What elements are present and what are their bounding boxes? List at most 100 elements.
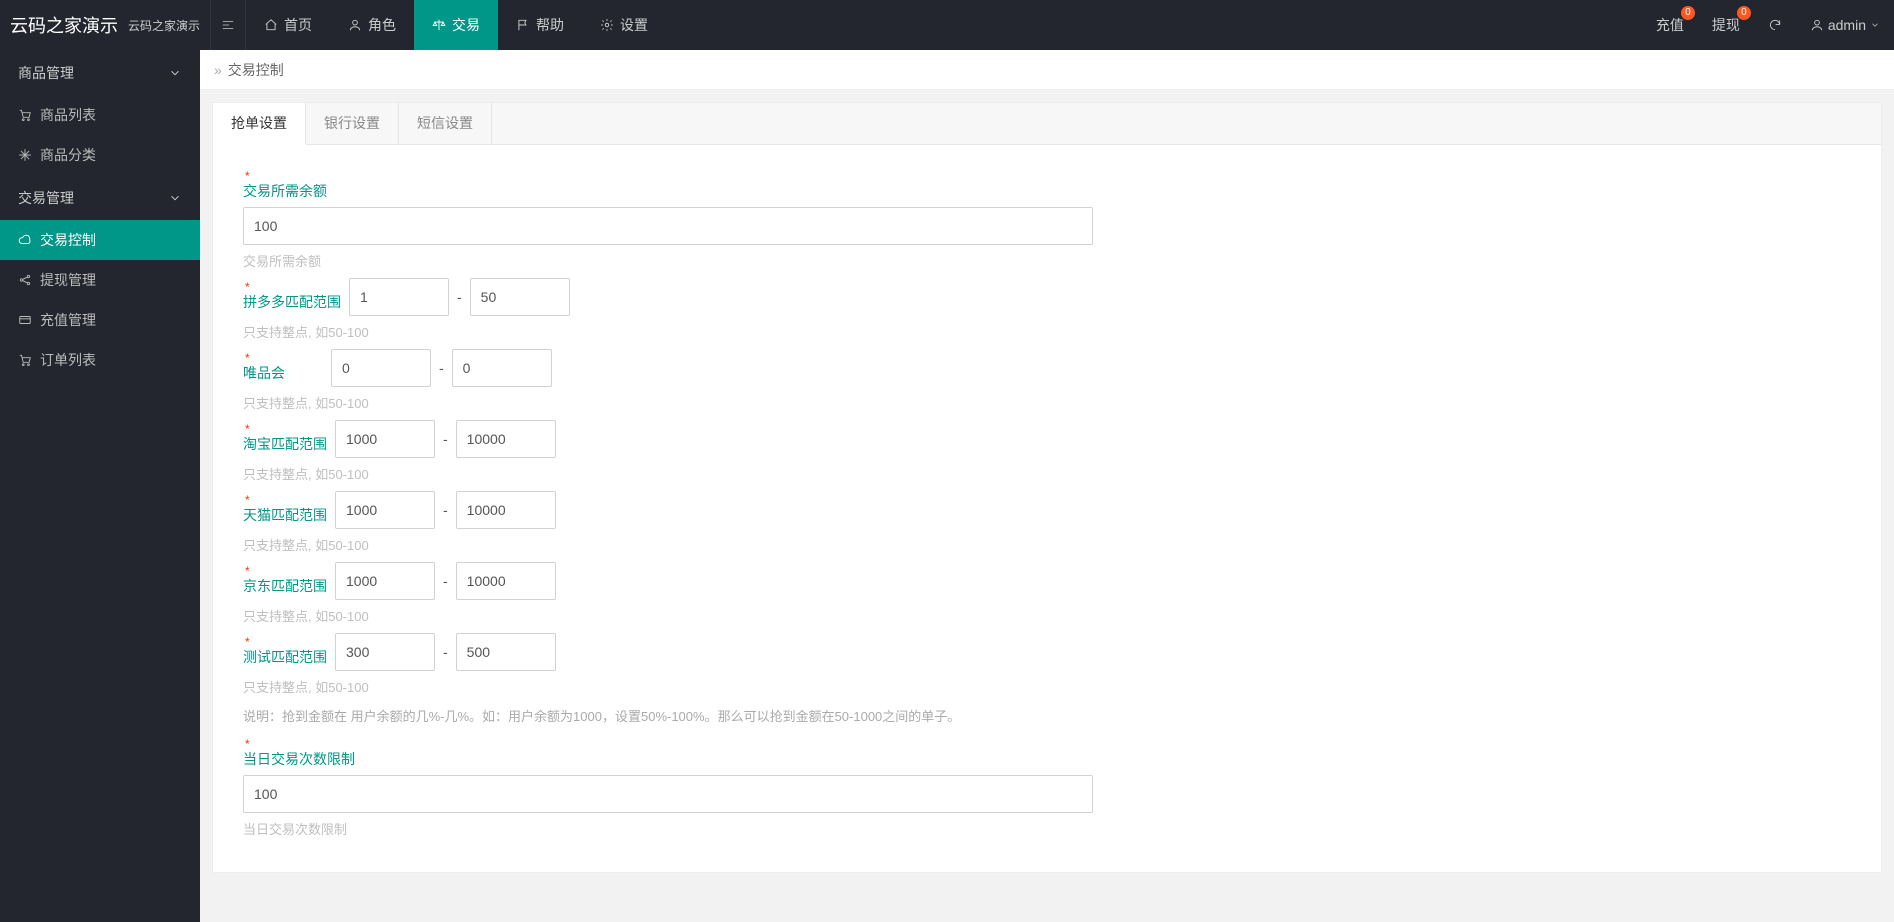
topbar-recharge[interactable]: 充值 0 xyxy=(1642,0,1698,50)
input-range-max[interactable] xyxy=(470,278,570,316)
tab-order-setting[interactable]: 抢单设置 xyxy=(213,103,306,145)
topnav-home[interactable]: 首页 xyxy=(246,0,330,50)
range-separator: - xyxy=(439,360,444,376)
label-range: 京东匹配范围 xyxy=(243,576,327,596)
form: * 交易所需余额 交易所需余额 *拼多多匹配范围-只支持整点, 如50-100*… xyxy=(213,145,1881,872)
item-label: 充值管理 xyxy=(40,310,96,330)
row-daily-limit: * 当日交易次数限制 当日交易次数限制 xyxy=(243,739,1851,838)
item-label: 商品列表 xyxy=(40,105,96,125)
label-range: 天猫匹配范围 xyxy=(243,505,327,525)
flag-icon xyxy=(516,18,530,32)
withdraw-badge: 0 xyxy=(1737,6,1751,20)
range-separator: - xyxy=(457,289,462,305)
sidebar: 商品管理 商品列表 商品分类 交易管理 交易控制 提现管理 充值管理 xyxy=(0,50,200,922)
sidebar-item-recharge-manage[interactable]: 充值管理 xyxy=(0,300,200,340)
topbar-user[interactable]: admin xyxy=(1796,0,1894,50)
row-range: *测试匹配范围-只支持整点, 如50-100 xyxy=(243,633,1851,696)
required-star: * xyxy=(243,282,341,292)
sidebar-item-product-list[interactable]: 商品列表 xyxy=(0,95,200,135)
tab-sms-setting[interactable]: 短信设置 xyxy=(399,103,492,144)
description-line: 说明：抢到金额在 用户余额的几%-几%。如：用户余额为1000，设置50%-10… xyxy=(243,706,1851,725)
cart2-icon xyxy=(18,353,32,367)
group-label: 商品管理 xyxy=(18,63,74,83)
hint-balance: 交易所需余额 xyxy=(243,251,1851,270)
recharge-badge: 0 xyxy=(1681,6,1695,20)
input-range-min[interactable] xyxy=(335,633,435,671)
item-label: 商品分类 xyxy=(40,145,96,165)
topnav-label: 角色 xyxy=(368,15,396,35)
item-label: 订单列表 xyxy=(40,350,96,370)
sidebar-item-withdraw-manage[interactable]: 提现管理 xyxy=(0,260,200,300)
menu-icon xyxy=(221,18,235,32)
breadcrumb: » 交易控制 xyxy=(200,50,1894,90)
topnav-label: 设置 xyxy=(620,15,648,35)
required-star: * xyxy=(243,353,323,363)
input-range-min[interactable] xyxy=(349,278,449,316)
required-star: * xyxy=(243,495,327,505)
topnav-label: 帮助 xyxy=(536,15,564,35)
row-range: *拼多多匹配范围-只支持整点, 如50-100 xyxy=(243,278,1851,341)
scale-icon xyxy=(432,18,446,32)
hint-range: 只支持整点, 如50-100 xyxy=(243,677,1851,696)
row-balance: * 交易所需余额 交易所需余额 xyxy=(243,171,1851,270)
input-daily-limit[interactable] xyxy=(243,775,1093,813)
group-label: 交易管理 xyxy=(18,188,74,208)
breadcrumb-sep-icon: » xyxy=(214,62,222,78)
row-range: *京东匹配范围-只支持整点, 如50-100 xyxy=(243,562,1851,625)
topnav-settings[interactable]: 设置 xyxy=(582,0,666,50)
chevron-down-icon xyxy=(168,191,182,205)
row-range: *淘宝匹配范围-只支持整点, 如50-100 xyxy=(243,420,1851,483)
sidebar-item-order-list[interactable]: 订单列表 xyxy=(0,340,200,380)
row-range: *唯品会-只支持整点, 如50-100 xyxy=(243,349,1851,412)
row-range: *天猫匹配范围 - 只支持整点, 如50-100 xyxy=(243,491,1851,554)
user-label: admin xyxy=(1828,17,1866,33)
topnav-trade[interactable]: 交易 xyxy=(414,0,498,50)
recharge-label: 充值 xyxy=(1656,15,1684,35)
input-range-max[interactable] xyxy=(456,491,556,529)
input-range-max[interactable] xyxy=(452,349,552,387)
input-range-min[interactable] xyxy=(331,349,431,387)
sidebar-group-products[interactable]: 商品管理 xyxy=(0,50,200,95)
input-range-max[interactable] xyxy=(456,633,556,671)
topnav: 首页 角色 交易 帮助 设置 xyxy=(246,0,666,50)
sidebar-toggle[interactable] xyxy=(210,0,246,50)
input-range-min[interactable] xyxy=(335,420,435,458)
hint-range: 只支持整点, 如50-100 xyxy=(243,464,1851,483)
topnav-help[interactable]: 帮助 xyxy=(498,0,582,50)
topnav-role[interactable]: 角色 xyxy=(330,0,414,50)
home-icon xyxy=(264,18,278,32)
cloud-icon xyxy=(18,233,32,247)
label-range: 唯品会 xyxy=(243,363,323,383)
brand-main: 云码之家演示 xyxy=(0,12,128,38)
required-star: * xyxy=(243,739,1851,749)
topbar-refresh[interactable] xyxy=(1754,0,1796,50)
topbar: 云码之家演示 云码之家演示 首页 角色 交易 帮助 设置 充值 xyxy=(0,0,1894,50)
main-content: » 交易控制 抢单设置 银行设置 短信设置 * 交易所需余额 交易所需余额 xyxy=(200,50,1894,922)
snowflake-icon xyxy=(18,148,32,162)
cart-icon xyxy=(18,108,32,122)
required-star: * xyxy=(243,171,1851,181)
gear-icon xyxy=(600,18,614,32)
user-icon xyxy=(348,18,362,32)
chevron-down-icon xyxy=(168,66,182,80)
share-icon xyxy=(18,273,32,287)
input-range-max[interactable] xyxy=(456,420,556,458)
refresh-icon xyxy=(1768,18,1782,32)
required-star: * xyxy=(243,566,327,576)
input-range-max[interactable] xyxy=(456,562,556,600)
hint-range: 只支持整点, 如50-100 xyxy=(243,322,1851,341)
tab-bank-setting[interactable]: 银行设置 xyxy=(306,103,399,144)
input-balance[interactable] xyxy=(243,207,1093,245)
label-range: 测试匹配范围 xyxy=(243,647,327,667)
panel: 抢单设置 银行设置 短信设置 * 交易所需余额 交易所需余额 *拼多多匹配范围-… xyxy=(212,102,1882,873)
sidebar-item-trade-control[interactable]: 交易控制 xyxy=(0,220,200,260)
item-label: 交易控制 xyxy=(40,230,96,250)
sidebar-group-trade[interactable]: 交易管理 xyxy=(0,175,200,220)
topbar-withdraw[interactable]: 提现 0 xyxy=(1698,0,1754,50)
hint-range: 只支持整点, 如50-100 xyxy=(243,535,1851,554)
range-separator: - xyxy=(443,502,448,518)
input-range-min[interactable] xyxy=(335,491,435,529)
sidebar-item-product-category[interactable]: 商品分类 xyxy=(0,135,200,175)
input-range-min[interactable] xyxy=(335,562,435,600)
hint-range: 只支持整点, 如50-100 xyxy=(243,606,1851,625)
